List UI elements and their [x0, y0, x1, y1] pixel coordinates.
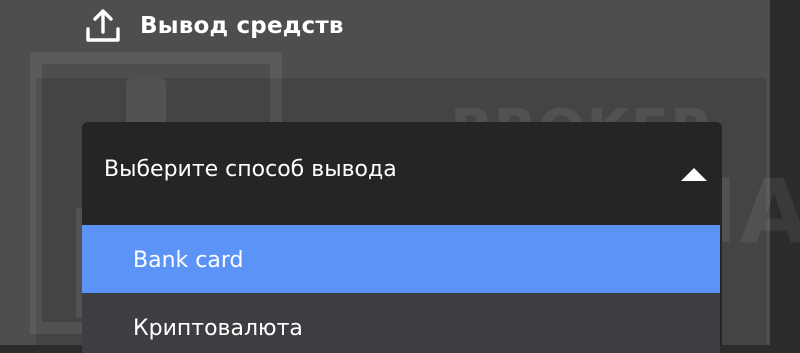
dropdown-toggle[interactable]: Выберите способ вывода: [82, 122, 722, 222]
upload-icon: [84, 7, 122, 45]
withdrawal-method-dropdown[interactable]: Выберите способ вывода Bank card Криптов…: [82, 122, 722, 353]
section-header: Вывод средств: [84, 6, 344, 46]
option-crypto[interactable]: Криптовалюта: [82, 293, 720, 353]
page-title: Вывод средств: [140, 13, 344, 39]
option-bank-card[interactable]: Bank card: [82, 225, 720, 295]
dropdown-label: Выберите способ вывода: [104, 157, 397, 182]
caret-up-icon[interactable]: [680, 166, 708, 186]
